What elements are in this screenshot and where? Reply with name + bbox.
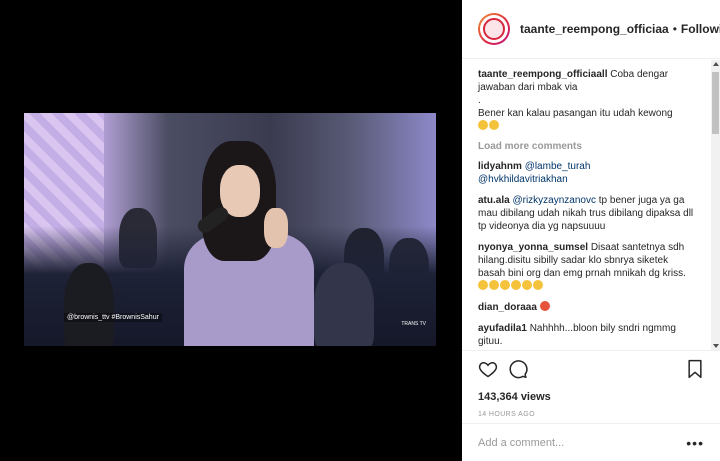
video-player[interactable]: @brownis_ttv #BrownisSahur TRANS TV [24,113,436,346]
heart-eyes-emoji-icon [539,301,550,311]
post-header: taante_reempong_officiaa • Following [462,0,720,59]
views-count[interactable]: 143,364 views [478,391,704,403]
post-timestamp[interactable]: 14 HOURS AGO [478,411,704,418]
comment-username[interactable]: lidyahnm [478,161,522,172]
caption-line2: . [478,95,481,106]
bookmark-icon[interactable] [686,359,704,379]
video-watermark: @brownis_ttv #BrownisSahur [64,313,162,322]
caption-username[interactable]: taante_reempong_officiaall [478,69,607,80]
action-icons [478,359,704,381]
load-more-comments[interactable]: Load more comments [478,141,696,152]
comment-username[interactable]: dian_doraaa [478,302,537,313]
comment-input[interactable] [478,436,687,449]
more-options-icon[interactable]: ••• [686,435,704,451]
grin-sweat-emoji-icon [533,280,543,290]
comment-username[interactable]: ayufadila1 [478,323,527,334]
comment-username[interactable]: atu.ala [478,195,510,206]
avatar-ring [480,15,508,43]
comment-item: dian_doraaa [478,301,696,314]
header-username[interactable]: taante_reempong_officiaa [520,22,669,36]
grin-sweat-emoji-icon [489,280,499,290]
following-button[interactable]: Following [681,22,720,36]
header-separator: • [672,22,677,36]
comment-icon[interactable] [508,359,528,379]
heart-icon[interactable] [478,359,498,379]
scroll-down-arrow-icon[interactable] [713,344,719,348]
media-pane: @brownis_ttv #BrownisSahur TRANS TV [0,0,462,461]
add-comment-bar: ••• [462,423,720,461]
grin-emoji-icon [478,120,488,130]
comment-item: ayufadila1 Nahhhh...bloon bily sndri ngm… [478,322,696,348]
grin-sweat-emoji-icon [511,280,521,290]
comment-mention[interactable]: @lambe_turah [525,161,591,172]
caption: taante_reempong_officiaall Coba dengar j… [478,68,696,133]
scroll-up-arrow-icon[interactable] [713,62,719,66]
comments-list[interactable]: taante_reempong_officiaall Coba dengar j… [462,60,712,350]
comment-item: lidyahnm @lambe_turah @hvkhildavitriakha… [478,160,696,186]
comment-mention[interactable]: @rizkyzaynzanovc [512,195,596,206]
avatar-image [483,18,505,40]
grin-emoji-icon [489,120,499,130]
caption-line3: Bener kan kalau pasangan itu udah kewong [478,108,673,119]
singer-hand [264,208,288,248]
comment-item: nyonya_yonna_sumsel Disaat santetnya sdh… [478,241,696,293]
channel-logo: TRANS TV [401,321,426,327]
audience-person [314,263,374,346]
comment-username[interactable]: nyonya_yonna_sumsel [478,242,588,253]
post-sidebar: taante_reempong_officiaa • Following taa… [462,0,720,461]
audience-person [64,263,114,346]
grin-sweat-emoji-icon [500,280,510,290]
comment-mention[interactable]: @hvkhildavitriakhan [478,174,568,185]
comment-item: atu.ala @rizkyzaynzanovc tp bener juga y… [478,194,696,233]
avatar[interactable] [478,13,510,45]
comments-scrollbar[interactable] [711,60,720,350]
grin-sweat-emoji-icon [522,280,532,290]
scroll-thumb[interactable] [712,72,719,134]
grin-sweat-emoji-icon [478,280,488,290]
post-actions: 143,364 views 14 HOURS AGO [462,350,720,418]
